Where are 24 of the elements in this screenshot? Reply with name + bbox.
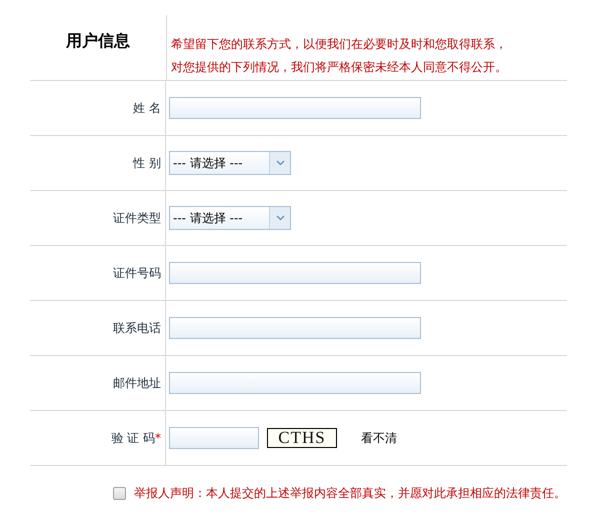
- input-field[interactable]: [169, 427, 259, 449]
- input-field[interactable]: [169, 262, 421, 284]
- required-mark: *: [155, 431, 161, 445]
- field-label: 验 证 码: [111, 430, 155, 446]
- field-label: 姓 名: [133, 100, 161, 116]
- refresh-link[interactable]: 看不清: [361, 430, 397, 446]
- field-label: 证件类型: [113, 210, 161, 226]
- field-label: 邮件地址: [113, 374, 161, 392]
- notice-text: 对您提供的下列情况，我们将严格保密未经本人同意不得公开。: [171, 59, 507, 76]
- input-field[interactable]: [169, 317, 421, 339]
- declaration-text: 举报人声明：本人提交的上述举报内容全部真实，并愿对此承担相应的法律责任。: [134, 485, 566, 502]
- chevron-down-icon: [276, 215, 284, 221]
- select-dropdown[interactable]: --- 请选择 ---: [169, 206, 291, 230]
- chevron-down-icon: [276, 160, 284, 166]
- input-field[interactable]: [169, 372, 421, 394]
- captcha-image: CTHS: [267, 428, 337, 448]
- checkbox[interactable]: [113, 487, 126, 500]
- field-label: 联系电话: [113, 320, 161, 336]
- select-dropdown[interactable]: --- 请选择 ---: [169, 151, 291, 175]
- notice-text: 希望留下您的联系方式，以便我们在必要时及时和您取得联系，: [171, 36, 507, 53]
- field-label: 性 别: [133, 154, 161, 172]
- field-label: 证件号码: [113, 264, 161, 282]
- input-field[interactable]: [169, 97, 421, 119]
- section-title: 用户信息: [66, 30, 130, 52]
